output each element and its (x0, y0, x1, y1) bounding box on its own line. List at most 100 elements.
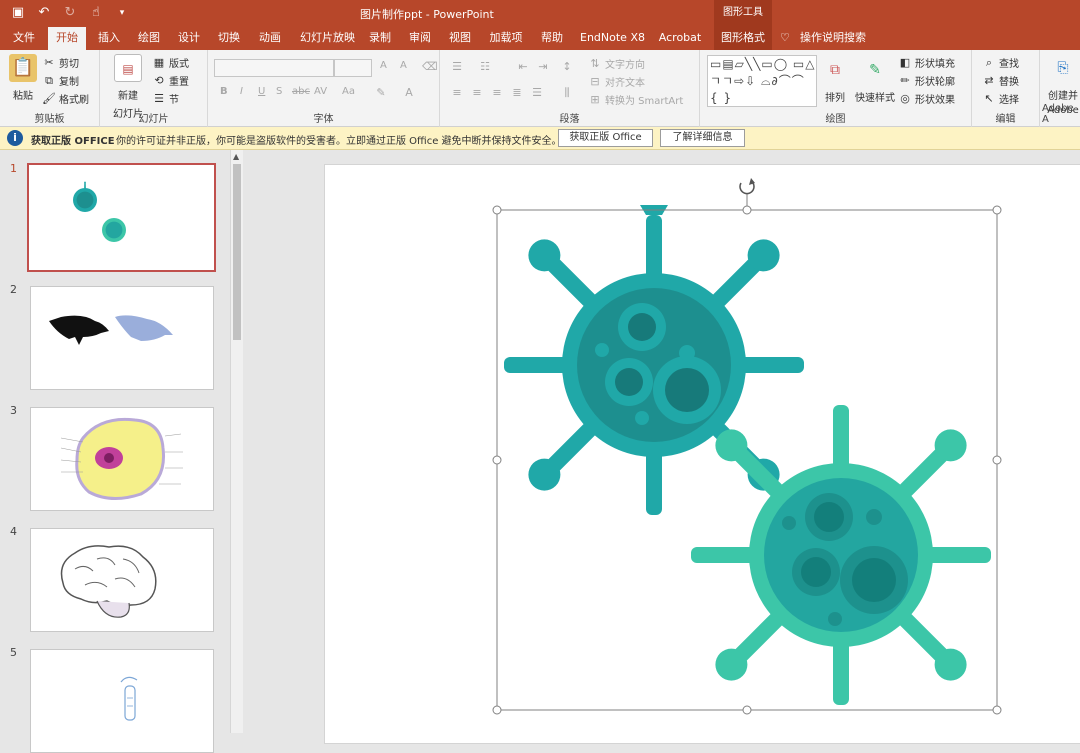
distributed-button[interactable]: ☰ (530, 86, 544, 100)
birds-thumbnail (49, 315, 173, 345)
slide-thumbnail-2[interactable] (30, 286, 214, 390)
redo-icon[interactable]: ↻ (60, 4, 80, 22)
shape-fill-button[interactable]: ◧ 形状填充 (898, 55, 955, 71)
resize-handle-nw[interactable] (492, 205, 502, 215)
thumbnail-scrollbar[interactable]: ▲ (230, 150, 243, 733)
layout-button[interactable]: ▦ 版式 (152, 55, 189, 71)
tab-transitions[interactable]: 切换 (213, 27, 245, 50)
quick-styles-button[interactable]: ✎ 快速样式 (854, 56, 896, 104)
bullets-button[interactable]: ☰ (450, 60, 464, 74)
learn-more-button[interactable]: 了解详细信息 (660, 129, 745, 147)
tab-record[interactable]: 录制 (364, 27, 396, 50)
group-paragraph: ☰ ☷ ⇤ ⇥ ↕ ⇅ 文字方向 ⊟ 对齐文本 ⊞ 转换为 SmartArt ≡ ≡ … (440, 50, 700, 127)
scroll-up-arrow-icon[interactable]: ▲ (233, 152, 239, 161)
clear-format-icon: ⌫ (422, 60, 438, 73)
customize-icon[interactable]: ▾ (112, 4, 132, 22)
copy-button[interactable]: ⧉ 复制 (42, 73, 79, 89)
align-left-button[interactable]: ≡ (450, 86, 464, 100)
tab-help[interactable]: 帮助 (536, 27, 568, 50)
columns-button[interactable]: ⫼ (560, 86, 574, 100)
virus-b-dot (782, 516, 796, 530)
strikethrough-button[interactable]: abc (292, 86, 310, 97)
resize-handle-ne[interactable] (992, 205, 1002, 215)
tab-review[interactable]: 审阅 (404, 27, 436, 50)
virus-b-pore-inner (814, 502, 844, 532)
cut-button[interactable]: ✂ 剪切 (42, 55, 79, 71)
bullets-icon: ☰ (452, 60, 462, 73)
increase-indent-button[interactable]: ⇥ (536, 60, 550, 74)
font-family-combo[interactable] (214, 59, 334, 77)
align-center-button[interactable]: ≡ (470, 86, 484, 100)
tab-view[interactable]: 视图 (444, 27, 476, 50)
resize-handle-w[interactable] (492, 455, 502, 465)
virus-b-dot (828, 612, 842, 626)
undo-icon[interactable]: ↶ (34, 4, 54, 22)
tab-insert[interactable]: 插入 (93, 27, 125, 50)
grow-font-button[interactable]: A (380, 60, 387, 71)
change-case-button[interactable]: Aa (342, 86, 355, 97)
clear-format-button[interactable]: ⌫ (422, 60, 438, 74)
line-spacing-button[interactable]: ↕ (560, 60, 574, 74)
slide-thumbnail-3[interactable] (30, 407, 214, 511)
arrange-button[interactable]: ⧉ 排列 (820, 56, 850, 104)
tell-me-search[interactable]: 操作说明搜索 (796, 27, 866, 50)
slide-thumbnail-4[interactable] (30, 528, 214, 632)
resize-handle-e[interactable] (992, 455, 1002, 465)
tab-shape-format[interactable]: 图形格式 (714, 27, 772, 50)
group-label-editing: 编辑 (995, 114, 1016, 125)
resize-handle-n[interactable] (742, 205, 752, 215)
tab-design[interactable]: 设计 (173, 27, 205, 50)
slide-thumbnail-1[interactable] (27, 163, 216, 272)
rotate-handle-icon[interactable] (739, 178, 755, 195)
convert-smartart-button[interactable]: ⊞ 转换为 SmartArt (588, 92, 683, 108)
slide-thumbnail-5[interactable] (30, 649, 214, 753)
tab-addins[interactable]: 加载项 (484, 27, 528, 50)
align-text-button[interactable]: ⊟ 对齐文本 (588, 74, 645, 90)
lightbulb-icon: ♡ (780, 31, 790, 44)
resize-handle-se[interactable] (992, 705, 1002, 715)
paste-button[interactable]: 📋 粘贴 (8, 54, 38, 102)
replace-button[interactable]: ⇄ 替换 (982, 73, 1019, 89)
get-genuine-button[interactable]: 获取正版 Office (558, 129, 653, 147)
highlight-button[interactable]: ✎ (374, 86, 388, 100)
virus-b-shape[interactable] (691, 405, 991, 705)
tab-home[interactable]: 开始 (48, 27, 86, 50)
text-direction-button[interactable]: ⇅ 文字方向 (588, 56, 645, 72)
justify-button[interactable]: ≣ (510, 86, 524, 100)
select-button[interactable]: ↖ 选择 (982, 91, 1019, 107)
scrollbar-thumb[interactable] (233, 164, 241, 340)
section-button[interactable]: ☰ 节 (152, 91, 179, 107)
slide-canvas[interactable] (324, 164, 1080, 744)
resize-handle-s[interactable] (742, 705, 752, 715)
italic-button[interactable]: I (240, 86, 243, 97)
virus-a-dot (679, 345, 695, 361)
shapes-gallery[interactable]: ▭▤▱╲╲▭◯ ▭△ㄱㄱ⇨⇩ ⌓∂⌒⌒ { } (707, 55, 817, 107)
tab-slideshow[interactable]: 幻灯片放映 (296, 27, 356, 50)
font-color-button[interactable]: A (402, 86, 416, 100)
touch-mode-icon[interactable]: ☝ (86, 4, 106, 22)
format-painter-button[interactable]: 🖌 格式刷 (42, 91, 89, 107)
shape-outline-button[interactable]: ✏ 形状轮廓 (898, 73, 955, 89)
numbering-button[interactable]: ☷ (478, 60, 492, 74)
shrink-font-button[interactable]: A (400, 60, 407, 71)
tab-acrobat[interactable]: Acrobat (652, 27, 708, 50)
group-adobe: ⎘ 创建并 Adobe Adobe A (1040, 50, 1080, 127)
tab-animations[interactable]: 动画 (254, 27, 286, 50)
shadow-button[interactable]: S (276, 86, 282, 97)
text-direction-icon: ⇅ (590, 56, 600, 70)
find-button[interactable]: ⌕ 查找 (982, 55, 1019, 71)
bold-button[interactable]: B (220, 86, 228, 97)
underline-button[interactable]: U (258, 86, 265, 97)
save-icon[interactable]: ▣ (8, 4, 28, 22)
highlighter-icon: ✎ (376, 86, 386, 99)
tab-file[interactable]: 文件 (8, 27, 40, 50)
font-size-combo[interactable] (334, 59, 372, 77)
decrease-indent-button[interactable]: ⇤ (516, 60, 530, 74)
shape-effects-button[interactable]: ◎ 形状效果 (898, 91, 955, 107)
tab-draw[interactable]: 绘图 (133, 27, 165, 50)
align-right-button[interactable]: ≡ (490, 86, 504, 100)
reset-button[interactable]: ⟲ 重置 (152, 73, 189, 89)
char-spacing-button[interactable]: AV (314, 86, 327, 97)
tab-endnote[interactable]: EndNote X8 (576, 27, 646, 50)
resize-handle-sw[interactable] (492, 705, 502, 715)
